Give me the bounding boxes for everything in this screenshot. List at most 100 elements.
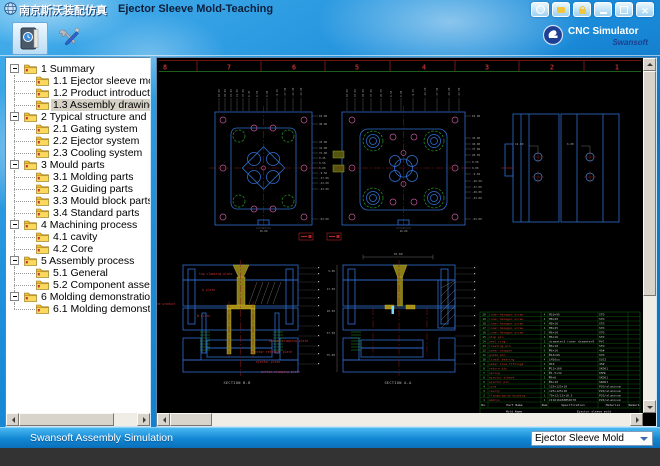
tree-item[interactable]: 3.2 Guiding parts (6, 183, 150, 195)
tree-item[interactable]: 1.2 Product introduction (6, 87, 150, 99)
collapse-icon[interactable] (10, 64, 19, 73)
teaching-book-button[interactable] (12, 22, 48, 55)
tree-item-label: 2.1 Gating system (51, 123, 140, 135)
svg-text:4: 4 (544, 344, 546, 348)
clock-icon[interactable] (531, 2, 549, 17)
svg-text:2: 2 (544, 330, 546, 334)
mold-selector[interactable]: Ejector Sleeve Mold (531, 431, 653, 446)
tree-item[interactable]: 4.1 cavity (6, 231, 150, 243)
svg-text:43.00: 43.00 (472, 136, 480, 140)
svg-text:bottom clamping plate: bottom clamping plate (261, 370, 300, 374)
svg-text:water line fittings: water line fittings (489, 362, 524, 366)
tree-item[interactable]: 6.1 Molding demonstration (6, 303, 150, 315)
scroll-left-button[interactable] (157, 413, 170, 426)
scroll-right-button[interactable] (630, 413, 643, 426)
cad-canvas[interactable]: 87654321 (157, 58, 643, 413)
folder-icon (24, 159, 37, 170)
minimize-button[interactable] (594, 2, 612, 17)
svg-text:SUJ2: SUJ2 (599, 357, 606, 361)
collapse-icon[interactable] (10, 112, 19, 121)
svg-text:4: 4 (544, 317, 546, 321)
app-window: 南京斯沃装配仿真 Ejector Sleeve Mold-Teaching (0, 0, 660, 448)
tree-item[interactable]: 5.1 General (6, 267, 150, 279)
tree-hscrollbar[interactable] (6, 413, 150, 426)
svg-text:16.00: 16.00 (400, 229, 408, 233)
tree-item[interactable]: 1.1 Ejector sleeve mold introduction (6, 75, 150, 87)
folder-icon (36, 183, 49, 194)
cad-hscrollbar[interactable] (157, 413, 643, 426)
svg-text:-37.06: -37.06 (283, 87, 287, 97)
scroll-down-button[interactable] (643, 400, 656, 413)
chat-icon[interactable] (552, 2, 570, 17)
svg-text:top clamping plate: top clamping plate (199, 272, 233, 276)
svg-text:4: 4 (422, 64, 426, 72)
close-button[interactable] (636, 2, 654, 17)
window-controls (528, 2, 654, 17)
svg-text:M8×25: M8×25 (549, 326, 558, 330)
scroll-thumb[interactable] (643, 71, 656, 296)
collapse-icon[interactable] (10, 160, 19, 169)
scroll-up-button[interactable] (643, 58, 656, 71)
folder-icon (36, 75, 49, 86)
folder-icon (36, 279, 49, 290)
tree-item[interactable]: 3.3 Mould block parts (6, 195, 150, 207)
folder-icon (36, 135, 49, 146)
tree-item[interactable]: 3.1 Molding parts (6, 171, 150, 183)
tree-item[interactable]: 5.2 Component assembly (6, 279, 150, 291)
maximize-button[interactable] (615, 2, 633, 17)
tree-item[interactable]: 5 Assembly process (6, 255, 150, 267)
scroll-thumb[interactable] (170, 413, 212, 426)
svg-text:40.00: 40.00 (361, 89, 365, 97)
tree-item[interactable]: 4.2 Core (6, 243, 150, 255)
tree-item[interactable]: 3 Mould parts (6, 159, 150, 171)
tree-item[interactable]: 3.4 Standard parts (6, 207, 150, 219)
svg-text:CI1616A50B50C70: CI1616A50B50C70 (549, 398, 576, 402)
svg-text:Φ12×100: Φ12×100 (549, 366, 562, 370)
svg-text:0.00: 0.00 (319, 166, 326, 170)
svg-text:locating pin: locating pin (489, 344, 511, 348)
tree-item-label: 5.1 General (51, 267, 110, 279)
svg-text:-63.00: -63.00 (472, 217, 482, 221)
scroll-left-button[interactable] (6, 413, 19, 426)
svg-text:70×12/12×18.5: 70×12/12×18.5 (549, 393, 573, 397)
svg-text:STD: STD (599, 321, 605, 325)
folder-icon (24, 63, 37, 74)
tree-item[interactable]: 1 Summary (6, 63, 150, 75)
tree-item[interactable]: 2 Typical structure and mechanism (6, 111, 150, 123)
tools-button[interactable] (52, 22, 86, 53)
tree-item[interactable]: 2.1 Gating system (6, 123, 150, 135)
svg-text:STD: STD (599, 312, 605, 316)
svg-text:-43.00: -43.00 (299, 87, 303, 97)
svg-text:P20/aluminum: P20/aluminum (599, 398, 621, 402)
collapse-icon[interactable] (10, 292, 19, 301)
svg-text:-41.00: -41.00 (291, 87, 295, 97)
tree-item[interactable]: 2.3 Cooling system (6, 147, 150, 159)
svg-text:inner-hexagon screw: inner-hexagon screw (489, 326, 524, 330)
collapse-icon[interactable] (10, 256, 19, 265)
folder-icon (36, 123, 49, 134)
collapse-icon[interactable] (10, 220, 19, 229)
svg-text:4: 4 (483, 384, 485, 388)
logo-subtitle: Swansoft (612, 38, 648, 47)
svg-text:-43.00: -43.00 (472, 196, 482, 200)
scroll-thumb[interactable] (19, 413, 114, 426)
tree-item[interactable]: 4 Machining process (6, 219, 150, 231)
cad-vscrollbar[interactable] (643, 58, 656, 413)
svg-text:4: 4 (544, 321, 546, 325)
svg-text:STD: STD (599, 330, 605, 334)
lock-icon[interactable] (573, 2, 591, 17)
folder-icon (36, 243, 49, 254)
svg-text:seal ring: seal ring (489, 339, 505, 343)
folder-icon (36, 171, 49, 182)
course-tree: 1 Summary1.1 Ejector sleeve mold introdu… (6, 58, 150, 418)
tree-item[interactable]: 6 Molding demonstration (6, 291, 150, 303)
tree-item[interactable]: 2.2 Ejector system (6, 135, 150, 147)
svg-text:37.06: 37.06 (319, 151, 327, 155)
tree-item[interactable]: 1.3 Assembly drawing (6, 99, 150, 111)
toolbar-separator (0, 55, 660, 56)
scroll-right-button[interactable] (137, 413, 150, 426)
svg-text:Φ1.5×32: Φ1.5×32 (549, 371, 562, 375)
folder-icon (36, 207, 49, 218)
svg-text:8: 8 (163, 64, 167, 72)
svg-text:Φ6×16: Φ6×16 (549, 348, 558, 352)
